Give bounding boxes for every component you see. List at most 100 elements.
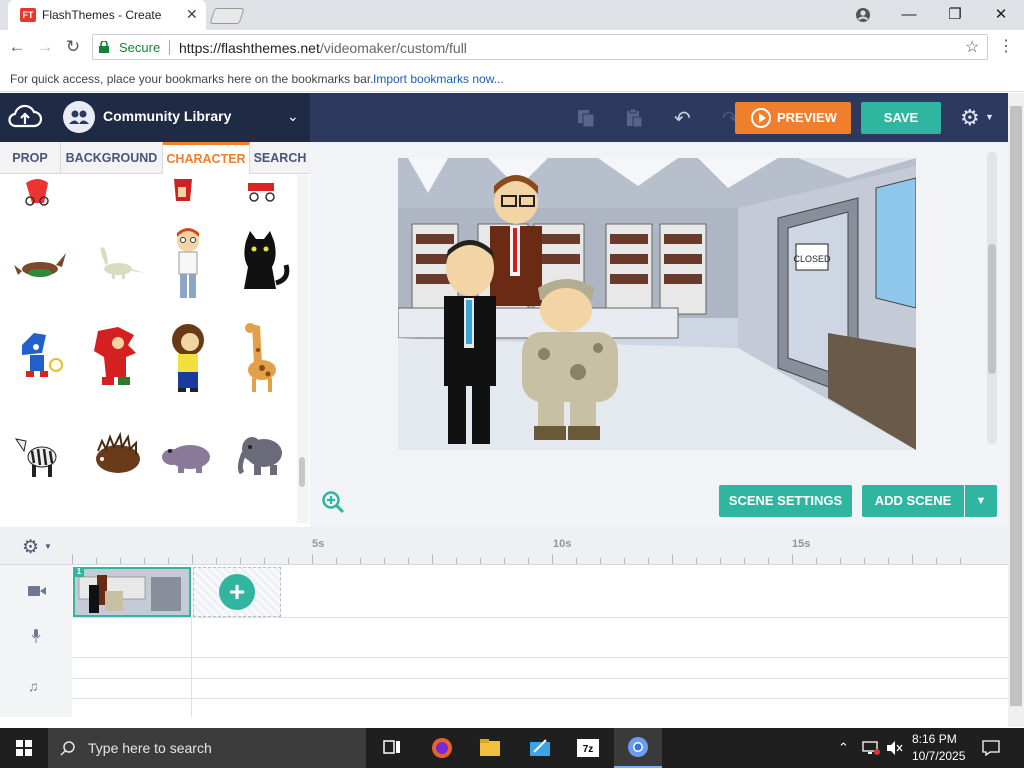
character-thumb-elephant[interactable] [232, 427, 292, 503]
tab-background[interactable]: BACKGROUND [61, 142, 163, 174]
caret-down-icon[interactable]: ▼ [985, 112, 994, 122]
chrome-taskbar-button[interactable] [614, 728, 662, 768]
restore-icon[interactable]: ❐ [932, 2, 978, 28]
reload-icon[interactable]: ↻ [62, 36, 84, 58]
copy-icon[interactable] [576, 108, 596, 128]
gear-icon[interactable]: ⚙ [960, 105, 980, 131]
ruler-tick [576, 558, 577, 564]
profile-icon[interactable] [840, 2, 886, 28]
ruler-tick [552, 554, 553, 564]
omnibox-divider [169, 40, 170, 55]
ruler-tick [624, 558, 625, 564]
ruler-tick [96, 558, 97, 564]
character-thumb-porcupine[interactable] [88, 427, 148, 503]
caret-down-icon[interactable]: ▼ [44, 542, 52, 551]
ruler-tick [504, 558, 505, 564]
character-thumb-hippo[interactable] [158, 427, 218, 503]
ruler-tick [672, 554, 673, 564]
ruler-label-10s: 10s [553, 538, 572, 550]
bookmark-star-icon[interactable]: ☆ [965, 37, 979, 57]
firefox-icon[interactable] [418, 728, 466, 768]
library-scroll-thumb[interactable] [299, 457, 305, 487]
scene-settings-button[interactable]: SCENE SETTINGS [719, 485, 852, 517]
forward-arrow-icon[interactable]: → [34, 36, 56, 58]
lock-icon [99, 41, 109, 53]
video-camera-icon [28, 586, 46, 596]
notifications-icon[interactable] [982, 740, 1000, 756]
ruler-tick [648, 558, 649, 564]
browser-menu-icon[interactable]: ⋮ [998, 36, 1014, 58]
taskbar-search-placeholder: Type here to search [88, 740, 212, 756]
character-thumb-blue-hedgehog[interactable] [12, 325, 72, 401]
file-explorer-icon[interactable] [466, 728, 514, 768]
chevron-down-icon[interactable]: ⌄ [287, 108, 299, 125]
character-library-grid [0, 175, 296, 523]
character-thumb-giraffe[interactable] [232, 320, 292, 396]
scene-thumbnail[interactable] [73, 567, 191, 617]
ruler-tick [456, 558, 457, 564]
tab-prop[interactable]: PROP [0, 142, 61, 174]
track-column-divider [191, 617, 192, 717]
track-divider [72, 617, 1008, 618]
tab-search[interactable]: SEARCH [250, 142, 310, 174]
windows-start-icon[interactable] [0, 728, 48, 768]
add-scene-button[interactable]: ADD SCENE [862, 485, 964, 517]
track-divider [72, 657, 1008, 658]
character-thumb-girl-curly[interactable] [158, 320, 218, 396]
ruler-tick [936, 558, 937, 564]
character-thumb-red-echidna[interactable] [88, 325, 148, 401]
ruler-tick [240, 558, 241, 564]
play-icon [751, 108, 771, 128]
character-thumb-bird[interactable] [12, 235, 72, 311]
7zip-icon[interactable]: 7z [564, 728, 612, 768]
save-button[interactable]: SAVE [861, 102, 941, 134]
add-scene-dropdown-icon[interactable]: ▼ [965, 485, 997, 517]
paint-app-icon[interactable] [516, 728, 564, 768]
ruler-tick [216, 558, 217, 564]
tab-close-icon[interactable]: ✕ [186, 6, 198, 23]
scene-canvas[interactable]: CLOSED [398, 158, 916, 450]
network-icon[interactable] [862, 740, 880, 756]
ruler-tick [840, 558, 841, 564]
bookmarks-bar: For quick access, place your bookmarks h… [0, 64, 1024, 92]
browser-tab[interactable]: FT FlashThemes - Create ✕ [8, 0, 206, 30]
page-scroll-thumb[interactable] [1010, 106, 1022, 706]
character-thumb-zebra[interactable] [12, 427, 72, 503]
new-tab-button[interactable] [209, 8, 245, 24]
zoom-in-icon[interactable] [321, 490, 345, 514]
store-interior-background: CLOSED [398, 158, 916, 450]
ruler-tick [888, 558, 889, 564]
chrome-icon [628, 737, 648, 757]
track-divider [72, 698, 1008, 699]
cloud-upload-icon[interactable] [8, 104, 42, 130]
character-thumb-black-cat[interactable] [232, 227, 292, 303]
character-thumb-boy[interactable] [158, 225, 218, 301]
library-selector[interactable]: Community Library [103, 108, 231, 124]
ruler-tick [408, 558, 409, 564]
paste-icon[interactable] [624, 108, 644, 128]
search-icon [60, 741, 75, 756]
back-arrow-icon[interactable]: ← [6, 36, 28, 58]
tab-character[interactable]: CHARACTER [163, 142, 250, 174]
plus-icon[interactable]: + [219, 574, 255, 610]
volume-muted-icon[interactable] [886, 740, 904, 756]
chevron-up-icon[interactable]: ⌃ [838, 740, 849, 756]
ruler-tick [480, 558, 481, 564]
music-note-icon: ♫ [28, 678, 39, 694]
undo-icon[interactable]: ↶ [674, 106, 691, 131]
ruler-tick [384, 558, 385, 564]
character-thumb-dinosaur[interactable] [88, 235, 148, 311]
import-bookmarks-link[interactable]: Import bookmarks now... [373, 72, 504, 86]
clock-time[interactable]: 8:16 PM [912, 732, 957, 746]
preview-button[interactable]: PREVIEW [735, 102, 851, 134]
minimize-icon[interactable]: — [886, 2, 932, 28]
ruler-tick [144, 558, 145, 564]
timeline-gear-icon[interactable]: ⚙ [22, 536, 39, 559]
clock-date[interactable]: 10/7/2025 [912, 749, 965, 763]
address-bar[interactable]: Secure https://flashthemes.net/videomake… [92, 34, 988, 60]
ruler-tick [744, 558, 745, 564]
stage-scroll-thumb[interactable] [988, 244, 996, 374]
task-view-icon[interactable] [368, 728, 416, 768]
close-window-icon[interactable]: ✕ [978, 2, 1024, 28]
ruler-tick [360, 558, 361, 564]
